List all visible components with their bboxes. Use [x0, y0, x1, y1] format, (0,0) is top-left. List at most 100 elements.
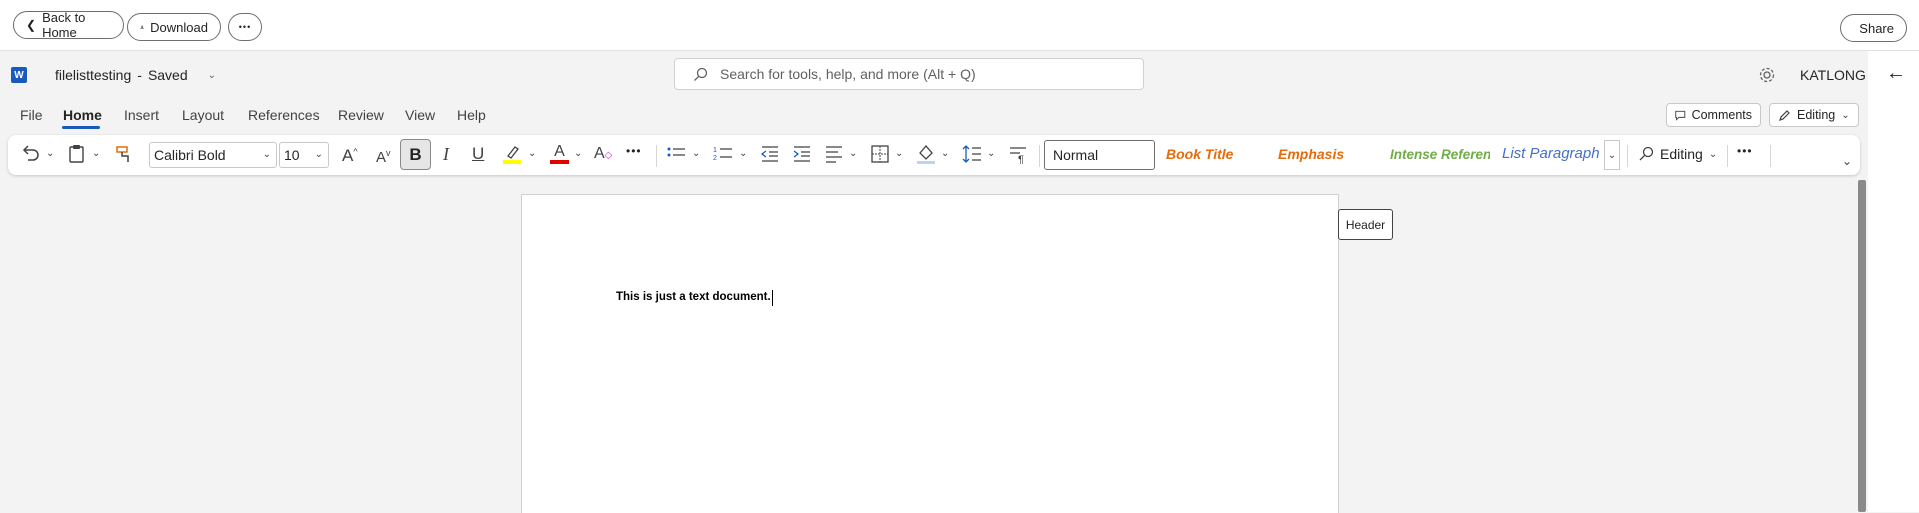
- file-name: filelisttesting: [55, 67, 131, 83]
- search-input[interactable]: Search for tools, help, and more (Alt + …: [674, 58, 1144, 90]
- font-size-value: 10: [284, 147, 300, 163]
- highlight-chevron-icon[interactable]: ⌄: [528, 148, 536, 159]
- style-intense-reference[interactable]: Intense Referenc: [1390, 147, 1490, 162]
- paste-icon[interactable]: [68, 144, 86, 164]
- chevron-down-icon: ⌄: [1709, 149, 1717, 160]
- style-normal-label: Normal: [1053, 147, 1098, 163]
- bold-button[interactable]: B: [400, 139, 431, 170]
- font-name-value: Calibri Bold: [154, 147, 226, 163]
- underline-button[interactable]: U: [472, 144, 484, 164]
- font-color-icon[interactable]: A: [550, 143, 569, 164]
- comment-icon: [1675, 109, 1686, 122]
- clear-formatting-icon[interactable]: A◇: [594, 145, 612, 163]
- chevron-left-icon: ❮: [26, 18, 36, 32]
- editing-label: Editing: [1797, 108, 1835, 122]
- share-button[interactable]: Share: [1840, 14, 1907, 42]
- ribbon-collapse-chevron-icon[interactable]: ⌄: [1842, 154, 1852, 168]
- back-to-home-button[interactable]: ❮ Back to Home: [13, 11, 124, 39]
- search-icon: [693, 67, 708, 82]
- tab-home[interactable]: Home: [63, 107, 102, 123]
- style-normal[interactable]: Normal: [1044, 140, 1155, 170]
- align-chevron-icon[interactable]: ⌄: [849, 148, 857, 159]
- paste-chevron-icon[interactable]: ⌄: [92, 148, 100, 159]
- more-options-button[interactable]: •••: [228, 13, 262, 41]
- tab-layout[interactable]: Layout: [182, 107, 224, 123]
- chevron-down-icon: ⌄: [1841, 110, 1849, 121]
- font-more-icon[interactable]: •••: [626, 144, 642, 158]
- shading-icon[interactable]: [916, 143, 936, 165]
- line-spacing-chevron-icon[interactable]: ⌄: [987, 148, 995, 159]
- tab-references[interactable]: References: [248, 107, 320, 123]
- ribbon-separator: [1770, 145, 1771, 167]
- tab-view[interactable]: View: [405, 107, 435, 123]
- borders-chevron-icon[interactable]: ⌄: [895, 148, 903, 159]
- style-list-paragraph[interactable]: List Paragraph: [1502, 145, 1600, 162]
- style-emphasis[interactable]: Emphasis: [1278, 146, 1344, 162]
- ribbon-separator: [1727, 145, 1728, 167]
- document-body-text[interactable]: This is just a text document.: [616, 291, 771, 303]
- align-left-icon[interactable]: [824, 144, 844, 164]
- line-spacing-icon[interactable]: [962, 144, 982, 164]
- svg-text:2: 2: [713, 155, 717, 162]
- find-editing-button[interactable]: Editing ⌄: [1638, 146, 1717, 162]
- chevron-down-icon: ⌄: [315, 149, 323, 160]
- font-name-select[interactable]: Calibri Bold ⌄: [149, 142, 277, 168]
- tab-insert[interactable]: Insert: [124, 107, 159, 123]
- ribbon-separator: [1039, 145, 1040, 167]
- settings-gear-icon[interactable]: [1758, 66, 1776, 84]
- highlight-icon[interactable]: [502, 143, 522, 165]
- download-icon: [140, 21, 144, 33]
- tab-help[interactable]: Help: [457, 107, 486, 123]
- vertical-scrollbar[interactable]: [1858, 180, 1866, 512]
- pencil-icon: [1778, 109, 1791, 122]
- numbering-chevron-icon[interactable]: ⌄: [739, 148, 747, 159]
- styles-gallery-expand-button[interactable]: ⌄: [1604, 140, 1620, 170]
- editing-mode-label: Editing: [1660, 146, 1703, 162]
- ribbon-separator: [656, 145, 657, 167]
- paragraph-marks-icon[interactable]: ¶: [1008, 144, 1028, 164]
- user-name[interactable]: KATLONG: [1800, 67, 1866, 83]
- chevron-down-icon: ⌄: [263, 149, 271, 160]
- active-tab-indicator: [62, 126, 100, 129]
- increase-indent-icon[interactable]: [792, 144, 812, 164]
- top-bar: ❮ Back to Home Download ••• Share: [0, 0, 1919, 51]
- search-icon: [1638, 146, 1654, 162]
- share-label: Share: [1859, 21, 1894, 36]
- more-icon: •••: [239, 22, 251, 32]
- editing-mode-button[interactable]: Editing ⌄: [1769, 103, 1859, 127]
- search-placeholder: Search for tools, help, and more (Alt + …: [720, 66, 976, 82]
- right-panel-strip: [1868, 51, 1919, 512]
- format-painter-icon[interactable]: [114, 144, 134, 164]
- font-color-chevron-icon[interactable]: ⌄: [574, 148, 582, 159]
- bullets-chevron-icon[interactable]: ⌄: [692, 148, 700, 159]
- tab-file[interactable]: File: [20, 107, 43, 123]
- style-book-title[interactable]: Book Title: [1166, 146, 1233, 162]
- title-separator: -: [137, 67, 142, 83]
- back-to-home-label: Back to Home: [42, 10, 111, 40]
- document-title[interactable]: filelisttesting - Saved ⌄: [55, 67, 216, 83]
- header-tag[interactable]: Header: [1338, 209, 1393, 240]
- undo-icon[interactable]: [20, 144, 42, 164]
- download-label: Download: [150, 20, 208, 35]
- decrease-indent-icon[interactable]: [760, 144, 780, 164]
- numbering-icon[interactable]: 12: [713, 144, 733, 164]
- font-size-select[interactable]: 10 ⌄: [279, 142, 329, 168]
- shrink-font-icon[interactable]: Av: [376, 148, 391, 166]
- undo-chevron-icon[interactable]: ⌄: [46, 148, 54, 159]
- italic-button[interactable]: I: [443, 144, 449, 165]
- download-button[interactable]: Download: [127, 13, 221, 41]
- ribbon-more-icon[interactable]: •••: [1737, 144, 1753, 158]
- document-page[interactable]: [521, 194, 1339, 513]
- grow-font-icon[interactable]: A^: [342, 146, 358, 166]
- word-icon[interactable]: W: [11, 67, 27, 83]
- shading-chevron-icon[interactable]: ⌄: [941, 148, 949, 159]
- chevron-down-icon: ⌄: [1608, 150, 1616, 161]
- text-cursor: [772, 290, 773, 306]
- arrow-left-icon[interactable]: ←: [1886, 62, 1906, 85]
- comments-label: Comments: [1692, 108, 1752, 122]
- tab-review[interactable]: Review: [338, 107, 384, 123]
- borders-icon[interactable]: [870, 144, 890, 164]
- svg-text:¶: ¶: [1018, 154, 1024, 164]
- comments-button[interactable]: Comments: [1666, 103, 1761, 127]
- bullets-icon[interactable]: [666, 144, 686, 164]
